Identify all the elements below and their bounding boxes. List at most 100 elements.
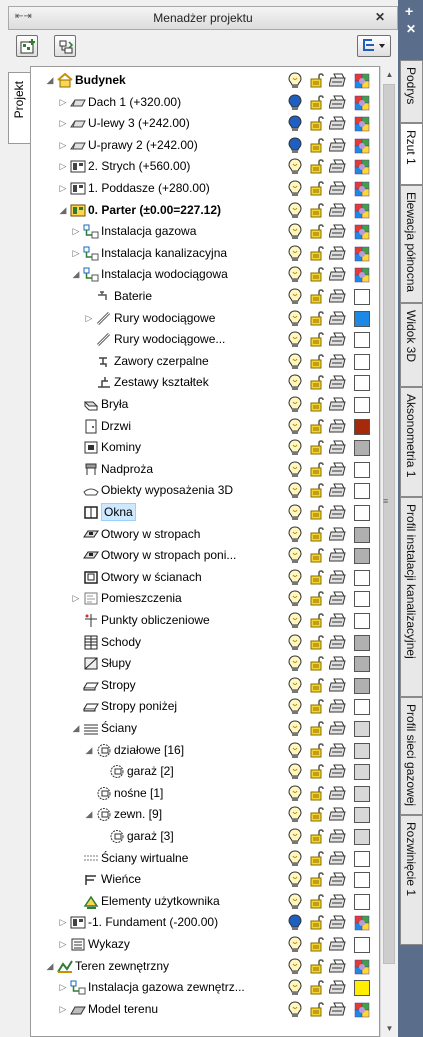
tree-item-label[interactable]: 2. Strych (+560.00) [88,159,190,174]
color-swatch[interactable] [354,440,370,457]
print-icon[interactable] [328,570,347,589]
color-swatch[interactable] [354,591,370,608]
close-icon[interactable]: ✕ [375,10,385,24]
lock-icon[interactable] [310,159,326,178]
tree-row[interactable]: garaż [2] [31,761,379,782]
view-tab[interactable]: Aksonometria 1 [400,387,423,497]
color-swatch[interactable] [354,656,370,673]
tree-item-label[interactable]: Instalacja gazowa zewnętrz... [88,980,245,995]
collapse-arrow-icon[interactable]: ◢ [45,74,55,86]
lock-icon[interactable] [310,742,326,762]
color-swatch[interactable] [354,397,370,413]
tree-item-label[interactable]: Kominy [101,440,141,455]
tree-row[interactable]: ◢ Budynek [31,70,379,93]
tree-row[interactable]: ▷ -1. Fundament (-200.00) [31,912,379,933]
expand-arrow-icon[interactable]: ▷ [71,225,81,237]
tree-row[interactable]: Okna [31,502,379,523]
view-tab[interactable]: Rozwinięcie 1 [400,815,423,945]
tree-item-label[interactable]: Teren zewnętrzny [75,959,169,974]
tree-item-label[interactable]: garaż [2] [127,764,174,779]
color-swatch[interactable] [354,461,370,478]
view-tab[interactable]: Profil sieci gazowej [400,697,423,815]
color-palette-icon[interactable] [354,267,370,286]
print-icon[interactable] [328,937,347,956]
tree-item-label[interactable]: -1. Fundament (-200.00) [88,915,218,930]
print-icon[interactable] [328,462,347,481]
color-palette-icon[interactable] [354,246,370,265]
expand-arrow-icon[interactable]: ▷ [71,592,81,604]
lock-icon[interactable] [310,656,326,675]
tree-row[interactable]: Zestawy kształtek [31,372,379,394]
lock-icon[interactable] [310,634,326,654]
lock-icon[interactable] [310,354,326,373]
color-palette-icon[interactable] [354,138,370,157]
collapse-arrow-icon[interactable]: ◢ [71,722,81,734]
lock-icon[interactable] [310,678,326,697]
lock-icon[interactable] [310,807,326,826]
print-icon[interactable] [328,95,347,114]
tree-row[interactable]: ◢ 0. Parter (±0.00=227.12) [31,200,379,223]
tree-item-label[interactable]: Ściany [101,721,137,736]
color-palette-icon[interactable] [354,73,370,92]
tree-item-label[interactable]: Budynek [75,73,126,88]
color-swatch[interactable] [354,742,370,759]
tree-row[interactable]: Punkty obliczeniowe [31,610,379,631]
print-icon[interactable] [328,289,347,308]
collapse-arrow-icon[interactable]: ◢ [84,808,94,820]
tree-row[interactable]: Kominy [31,437,379,459]
visibility-bulb-icon[interactable] [288,202,302,223]
view-tab[interactable]: Elewacja północna [400,185,423,303]
collapse-arrow-icon[interactable]: ◢ [45,960,55,972]
tree-row[interactable]: Stropy poniżej [31,696,379,717]
lock-icon[interactable] [310,375,326,394]
tree-row[interactable]: Zawory czerpalne [31,351,379,373]
tree-row[interactable]: ▷ U-lewy 3 (+242.00) [31,113,379,135]
lock-icon[interactable] [310,591,326,610]
tree-row[interactable]: ▷ Rury wodociągowe [31,308,379,329]
tree-row[interactable]: Otwory w stropach poni... [31,545,379,566]
vertical-scrollbar[interactable]: ▲ ≡ ▼ [380,66,398,1037]
close-view-icon[interactable]: ✕ [406,22,416,36]
tree-action-button[interactable] [54,35,76,57]
tree-row[interactable]: ▷ 2. Strych (+560.00) [31,156,379,178]
lock-icon[interactable] [310,483,326,502]
visibility-bulb-icon[interactable] [288,72,302,93]
add-object-button[interactable] [16,35,38,57]
color-swatch[interactable] [354,483,370,500]
tree-item-label[interactable]: Elementy użytkownika [101,894,220,909]
visibility-bulb-icon[interactable] [288,677,302,698]
print-icon[interactable] [328,894,347,913]
color-swatch[interactable] [354,526,370,543]
visibility-bulb-icon[interactable] [288,94,302,115]
tree-item-label[interactable]: Bryła [101,397,128,412]
tree-item-label[interactable]: 1. Poddasze (+280.00) [88,181,210,196]
print-icon[interactable] [328,678,347,697]
print-icon[interactable] [328,440,347,459]
lock-icon[interactable] [310,246,326,265]
color-swatch[interactable] [354,353,370,370]
lock-icon[interactable] [310,332,326,351]
visibility-bulb-icon[interactable] [288,461,302,482]
color-swatch[interactable] [354,980,370,997]
color-palette-icon[interactable] [354,95,370,114]
lock-icon[interactable] [310,894,326,913]
color-swatch[interactable] [354,569,370,586]
tree-row[interactable]: ▷ Instalacja gazowa [31,221,379,242]
tree-item-label[interactable]: Ściany wirtualne [101,851,188,866]
lock-icon[interactable] [310,418,326,438]
lock-icon[interactable] [310,73,326,92]
print-icon[interactable] [328,267,347,286]
lock-icon[interactable] [310,181,326,200]
print-icon[interactable] [328,807,347,826]
tree-item-label[interactable]: Schody [101,635,141,650]
color-palette-icon[interactable] [354,116,370,135]
color-swatch[interactable] [354,677,370,694]
color-swatch[interactable] [354,505,370,521]
lock-icon[interactable] [310,138,326,157]
visibility-bulb-icon[interactable] [288,979,302,1000]
print-icon[interactable] [328,483,347,502]
print-icon[interactable] [328,743,347,762]
tree-item-label[interactable]: Stropy poniżej [101,699,177,714]
color-swatch[interactable] [354,418,370,435]
visibility-bulb-icon[interactable] [288,288,302,309]
